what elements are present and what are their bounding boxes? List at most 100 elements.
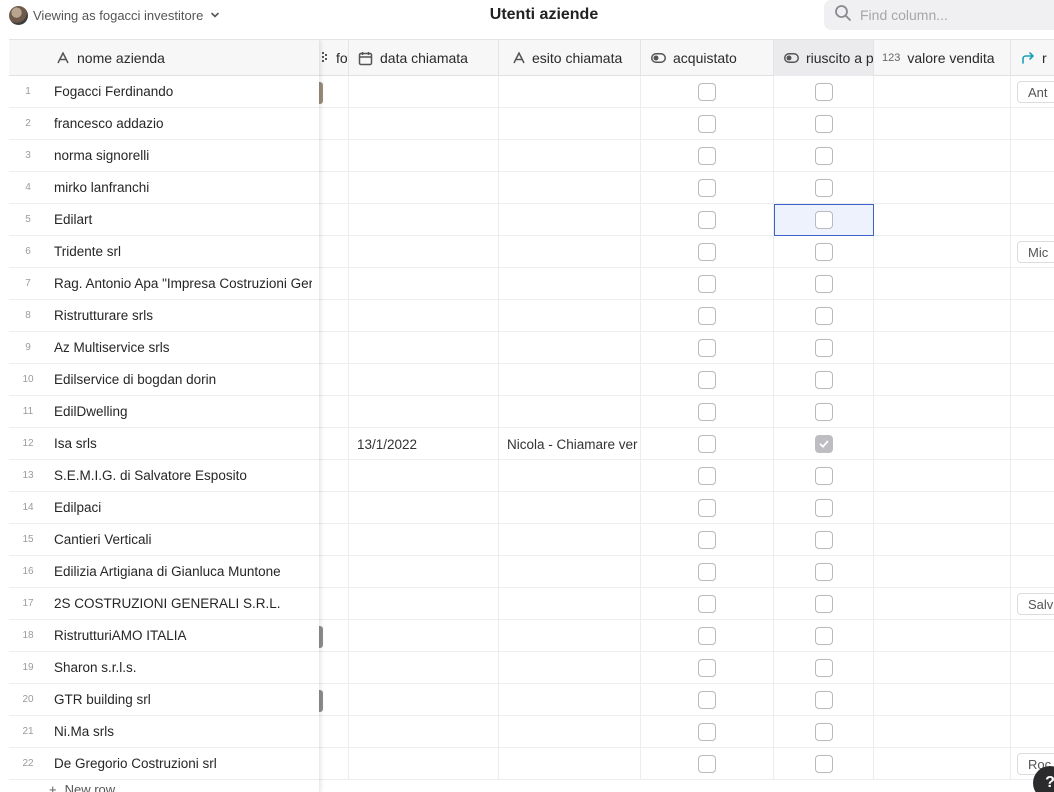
acquistato-checkbox[interactable] [698,691,716,709]
esito-chiamata-cell[interactable] [499,556,641,588]
esito-chiamata-cell[interactable] [499,460,641,492]
riuscito-checkbox[interactable] [814,723,833,741]
relation-cell[interactable] [1011,140,1054,172]
riuscito-cell[interactable] [774,396,874,428]
esito-chiamata-cell[interactable] [499,140,641,172]
foto-cell[interactable] [315,652,349,684]
valore-vendita-cell[interactable] [874,396,1011,428]
data-chiamata-cell[interactable] [349,108,499,140]
riuscito-checkbox[interactable] [814,243,833,261]
find-column-input[interactable] [860,7,1040,23]
relation-cell[interactable] [1011,332,1054,364]
acquistato-checkbox[interactable] [698,83,716,101]
riuscito-cell[interactable] [774,76,874,108]
data-chiamata-cell[interactable] [349,748,499,780]
acquistato-cell[interactable] [641,332,774,364]
riuscito-cell[interactable] [774,428,874,460]
acquistato-checkbox[interactable] [698,563,716,581]
acquistato-cell[interactable] [641,556,774,588]
foto-cell[interactable] [315,268,349,300]
riuscito-checkbox[interactable] [814,211,833,229]
riuscito-checkbox[interactable] [814,339,833,357]
riuscito-checkbox[interactable] [814,307,833,325]
data-chiamata-cell[interactable] [349,300,499,332]
esito-chiamata-cell[interactable] [499,492,641,524]
data-chiamata-cell[interactable] [349,364,499,396]
foto-cell[interactable] [315,204,349,236]
foto-cell[interactable] [315,236,349,268]
acquistato-checkbox[interactable] [698,275,716,293]
table-row-name[interactable]: 22 De Gregorio Costruzioni srl [9,748,319,780]
esito-chiamata-cell[interactable] [499,748,641,780]
esito-chiamata-cell[interactable] [499,236,641,268]
acquistato-checkbox[interactable] [698,307,716,325]
valore-vendita-cell[interactable] [874,268,1011,300]
riuscito-checkbox[interactable] [814,467,833,485]
table-row-name[interactable]: 10 Edilservice di bogdan dorin [9,364,319,396]
riuscito-cell[interactable] [774,652,874,684]
riuscito-cell[interactable] [774,300,874,332]
valore-vendita-cell[interactable] [874,748,1011,780]
acquistato-cell[interactable] [641,204,774,236]
acquistato-cell[interactable] [641,108,774,140]
acquistato-cell[interactable] [641,268,774,300]
valore-vendita-cell[interactable] [874,172,1011,204]
acquistato-cell[interactable] [641,364,774,396]
relation-cell[interactable] [1011,492,1054,524]
acquistato-cell[interactable] [641,76,774,108]
riuscito-checkbox[interactable] [814,691,833,709]
new-row-button[interactable]: + New row [49,782,115,792]
valore-vendita-cell[interactable] [874,556,1011,588]
foto-cell[interactable] [315,524,349,556]
riuscito-checkbox[interactable] [814,627,833,645]
acquistato-cell[interactable] [641,748,774,780]
foto-cell[interactable] [315,108,349,140]
relation-cell[interactable] [1011,396,1054,428]
foto-cell[interactable] [315,172,349,204]
acquistato-checkbox[interactable] [698,243,716,261]
foto-cell[interactable] [315,140,349,172]
table-row-name[interactable]: 1 Fogacci Ferdinando [9,76,319,108]
riuscito-checkbox[interactable] [814,531,833,549]
valore-vendita-cell[interactable] [874,364,1011,396]
valore-vendita-cell[interactable] [874,428,1011,460]
acquistato-checkbox[interactable] [698,595,716,613]
relation-chip[interactable]: Salv [1017,593,1054,615]
acquistato-cell[interactable] [641,652,774,684]
acquistato-cell[interactable] [641,172,774,204]
relation-cell[interactable] [1011,716,1054,748]
riuscito-checkbox[interactable] [814,499,833,517]
riuscito-cell[interactable] [774,364,874,396]
table-row-name[interactable]: 8 Ristrutturare srls [9,300,319,332]
foto-cell[interactable] [315,428,349,460]
riuscito-cell[interactable] [774,684,874,716]
valore-vendita-cell[interactable] [874,652,1011,684]
riuscito-cell[interactable] [774,140,874,172]
acquistato-checkbox[interactable] [698,339,716,357]
valore-vendita-cell[interactable] [874,204,1011,236]
acquistato-cell[interactable] [641,492,774,524]
column-header-data-chiamata[interactable]: data chiamata [349,40,499,76]
acquistato-cell[interactable] [641,396,774,428]
foto-cell[interactable] [315,492,349,524]
relation-cell[interactable] [1011,684,1054,716]
relation-cell[interactable] [1011,556,1054,588]
table-row-name[interactable]: 2 francesco addazio [9,108,319,140]
data-chiamata-cell[interactable] [349,204,499,236]
acquistato-cell[interactable] [641,620,774,652]
valore-vendita-cell[interactable] [874,300,1011,332]
acquistato-cell[interactable] [641,524,774,556]
esito-chiamata-cell[interactable] [499,172,641,204]
column-header-acquistato[interactable]: acquistato [641,40,774,76]
relation-cell[interactable] [1011,268,1054,300]
data-chiamata-cell[interactable] [349,620,499,652]
data-chiamata-cell[interactable]: 13/1/2022 [349,428,499,460]
data-chiamata-cell[interactable] [349,524,499,556]
esito-chiamata-cell[interactable] [499,620,641,652]
table-row-name[interactable]: 13 S.E.M.I.G. di Salvatore Esposito [9,460,319,492]
column-header-nome-azienda[interactable]: nome azienda [9,40,319,76]
valore-vendita-cell[interactable] [874,620,1011,652]
table-row-name[interactable]: 9 Az Multiservice srls [9,332,319,364]
esito-chiamata-cell[interactable] [499,332,641,364]
valore-vendita-cell[interactable] [874,108,1011,140]
